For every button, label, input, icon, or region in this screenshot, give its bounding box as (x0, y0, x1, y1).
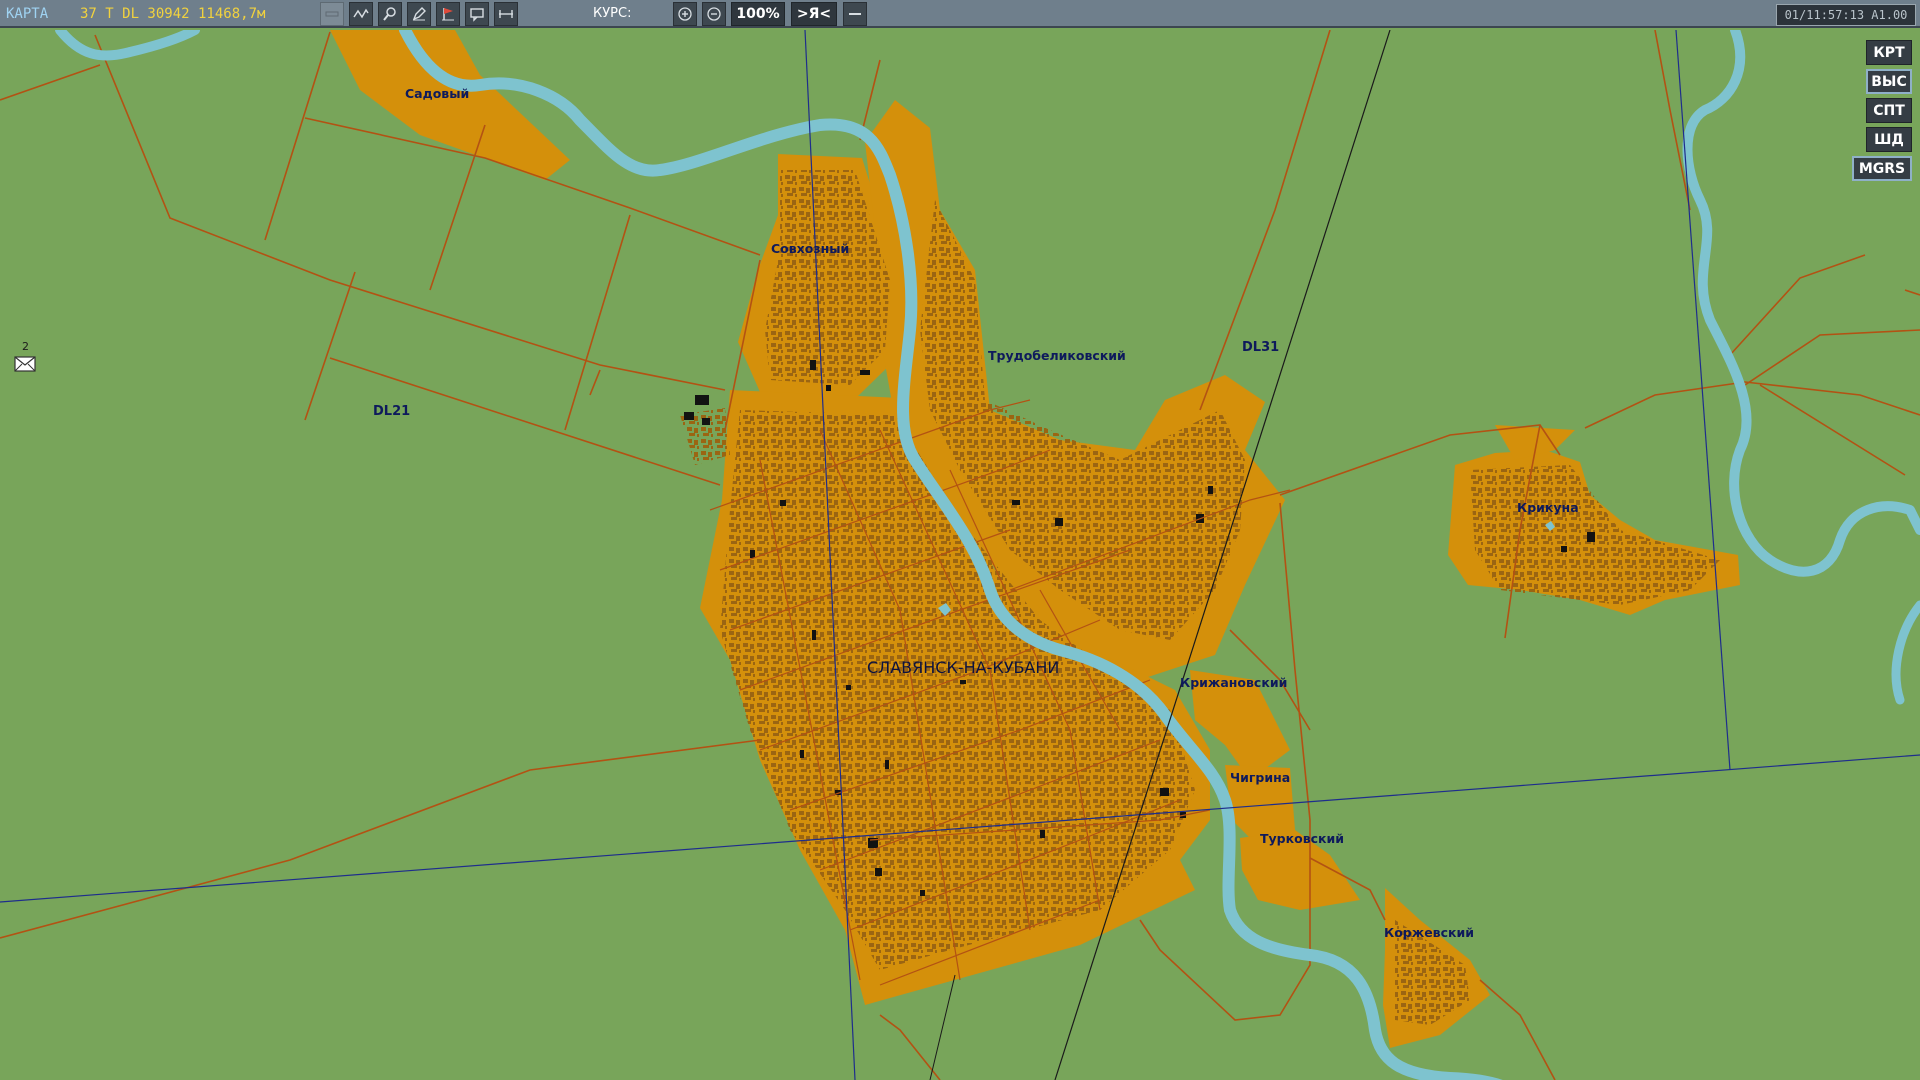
route-icon[interactable] (349, 2, 373, 26)
mission-clock: 01/11:57:13 A1.00 (1776, 4, 1916, 26)
messages-indicator[interactable]: 2 (14, 340, 36, 374)
coordinate-format-shd-button[interactable]: ШД (1866, 127, 1912, 152)
place-label-turkovsky: Турковский (1260, 831, 1344, 846)
mode-label: КАРТА (6, 6, 49, 22)
measure-distance-icon[interactable] (494, 2, 518, 26)
city-label: СЛАВЯНСК-НА-КУБАНИ (867, 658, 1059, 677)
zoom-out-icon[interactable] (702, 2, 726, 26)
map-layer-krt-button[interactable]: КРТ (1866, 40, 1912, 65)
collapse-icon[interactable] (843, 2, 867, 26)
message-count: 2 (22, 340, 29, 353)
top-toolbar: КАРТА 37 T DL 30942 11468,7м КУРС: 100% … (0, 0, 1920, 28)
map-layer-vys-button[interactable]: ВЫС (1866, 69, 1912, 94)
coordinate-format-mgrs-button[interactable]: MGRS (1852, 156, 1912, 181)
place-label-korzhevsky: Коржевский (1384, 925, 1474, 940)
place-label-krizhanovsky: Крижановский (1180, 675, 1287, 690)
map-layer-spt-button[interactable]: СПТ (1866, 98, 1912, 123)
map-canvas[interactable]: Садовый Совхозный Трудобеликовский Крику… (0, 30, 1920, 1080)
flag-icon[interactable] (436, 2, 460, 26)
ruler-icon[interactable] (320, 2, 344, 26)
place-label-krikuna: Крикуна (1517, 500, 1579, 515)
envelope-icon (14, 356, 36, 372)
course-label: КУРС: (593, 6, 632, 21)
place-label-sovkhozny: Совхозный (771, 241, 849, 256)
grid-label-dl31: DL31 (1242, 340, 1279, 355)
grid-label-dl21: DL21 (373, 404, 410, 419)
cursor-coordinates: 37 T DL 30942 11468,7м (80, 6, 266, 22)
place-label-chigrina: Чигрина (1230, 770, 1290, 785)
place-label-trudobelikovsky: Трудобеликовский (988, 348, 1126, 363)
comment-icon[interactable] (465, 2, 489, 26)
zoom-level[interactable]: 100% (731, 2, 785, 26)
search-target-icon[interactable] (378, 2, 402, 26)
place-label-sadovy: Садовый (405, 86, 469, 101)
center-on-self-button[interactable]: >Я< (791, 2, 837, 26)
zoom-in-icon[interactable] (673, 2, 697, 26)
marker-edit-icon[interactable] (407, 2, 431, 26)
